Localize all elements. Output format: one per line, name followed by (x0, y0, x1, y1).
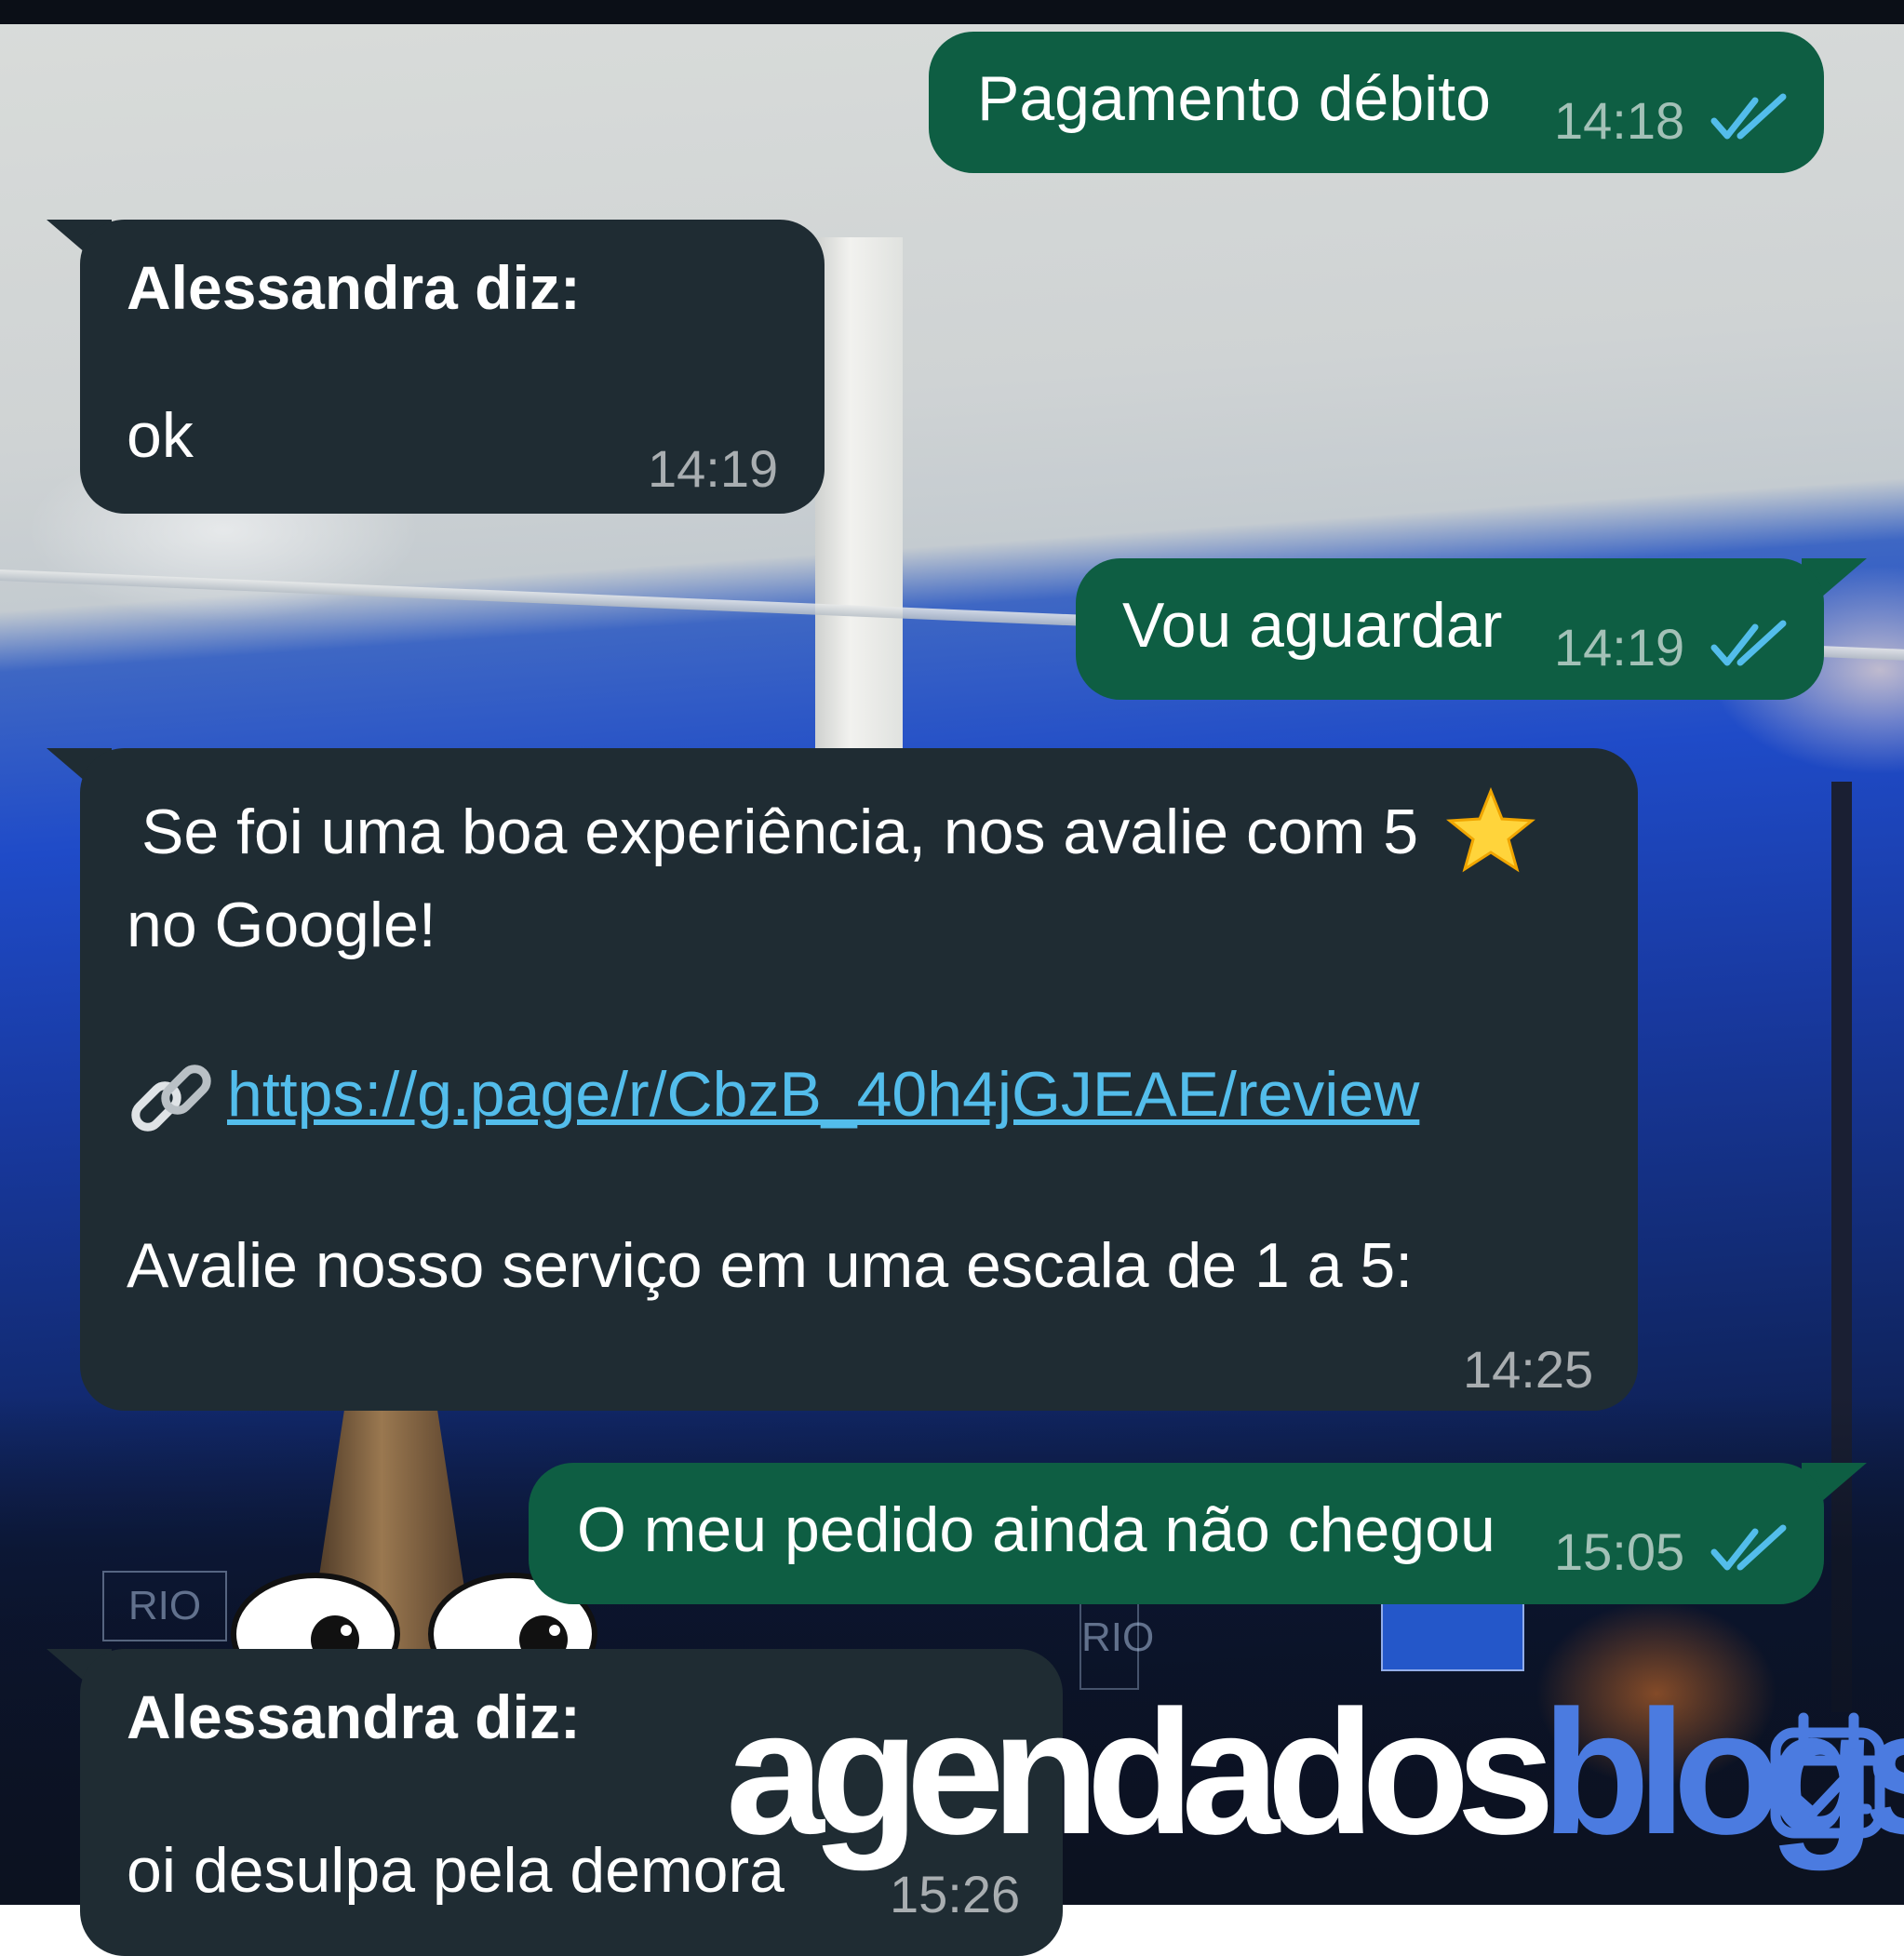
message-text: Se foi uma boa experiência, nos avalie c… (141, 797, 1419, 867)
message-time: 14:25 (1463, 1340, 1594, 1399)
star-icon (1446, 787, 1535, 873)
message-bubble-outgoing[interactable]: Vou aguardar 14:19 (1076, 558, 1824, 700)
message-time: 15:26 (890, 1865, 1021, 1923)
message-text: Pagamento débito (977, 63, 1491, 134)
sender-name: Alessandra diz: (127, 1682, 581, 1751)
message-text: Vou aguardar (1122, 590, 1503, 661)
double-check-icon (1710, 620, 1787, 666)
wallpaper-pillar (815, 237, 903, 758)
double-check-icon (1710, 1524, 1787, 1571)
message-bubble-incoming[interactable]: Se foi uma boa experiência, nos avalie c… (80, 748, 1638, 1411)
message-text: oi desulpa pela demora (127, 1835, 784, 1906)
message-bubble-outgoing[interactable]: Pagamento débito 14:18 (929, 32, 1824, 173)
sender-name: Alessandra diz: (127, 253, 581, 322)
watermark-logo: agendadosblogs (726, 1674, 1904, 1871)
message-bubble-incoming[interactable]: Alessandra diz: ok 14:19 (80, 220, 825, 514)
message-text: no Google! (127, 890, 436, 960)
message-bubble-outgoing[interactable]: O meu pedido ainda não chegou 15:05 (529, 1463, 1824, 1604)
double-check-icon (1710, 93, 1787, 140)
wallpaper-road-sign (1381, 1602, 1524, 1671)
status-bar (0, 0, 1904, 24)
review-link[interactable]: https://g.page/r/CbzB_40h4jGJEAE/review (227, 1063, 1419, 1126)
message-text: ok (127, 400, 194, 471)
calendar-check-icon (1770, 1712, 1885, 1839)
chain-link-icon (131, 1065, 211, 1132)
message-time: 14:19 (1554, 618, 1685, 677)
message-time: 14:18 (1554, 91, 1685, 150)
message-time: 14:19 (648, 439, 779, 498)
message-text: Avalie nosso serviço em uma escala de 1 … (127, 1230, 1414, 1301)
message-time: 15:05 (1554, 1522, 1685, 1581)
wallpaper-rio-sign: RIO (102, 1571, 227, 1641)
message-text: O meu pedido ainda não chegou (577, 1494, 1495, 1565)
